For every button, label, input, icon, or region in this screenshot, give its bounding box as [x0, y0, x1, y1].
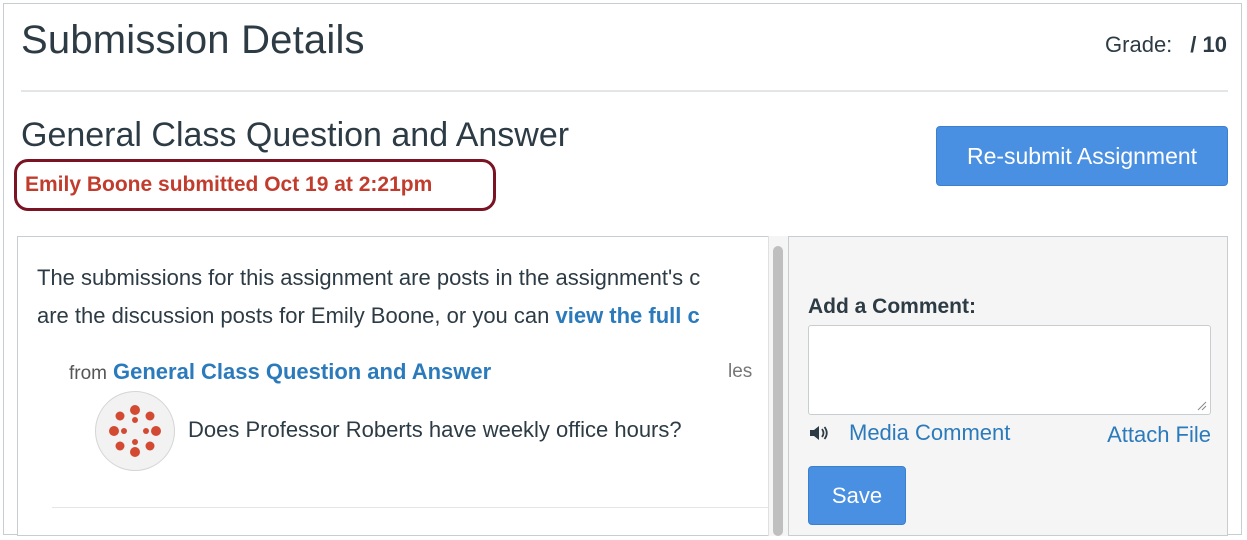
intro-line-2: are the discussion posts for Emily Boone… — [37, 297, 768, 335]
content-scrollbar[interactable] — [768, 236, 788, 536]
intro-line-1: The submissions for this assignment are … — [37, 265, 701, 290]
submitted-highlight: Emily Boone submitted Oct 19 at 2:21pm — [14, 159, 496, 211]
header-divider — [21, 90, 1228, 92]
comment-textarea[interactable] — [808, 325, 1211, 415]
canvas-logo-avatar-icon — [95, 391, 175, 471]
attach-file-link[interactable]: Attach File — [1107, 422, 1211, 448]
add-comment-label: Add a Comment: — [808, 295, 976, 318]
from-label: from — [69, 363, 107, 384]
intro-text-block: The submissions for this assignment are … — [37, 259, 768, 335]
discussion-post-text: Does Professor Roberts have weekly offic… — [188, 417, 682, 442]
resubmit-assignment-button[interactable]: Re-submit Assignment — [936, 126, 1228, 186]
speaker-icon — [810, 426, 828, 440]
comment-actions: Media Comment Attach File — [808, 420, 1211, 450]
intro-line-2-text: are the discussion posts for Emily Boone… — [37, 303, 556, 328]
assignment-title: General Class Question and Answer — [21, 116, 570, 154]
comment-panel: Add a Comment: Media Comment Attach File… — [788, 236, 1228, 536]
truncated-text: les — [728, 361, 753, 382]
resize-grip-icon[interactable] — [1197, 401, 1207, 411]
scrollbar-thumb[interactable] — [773, 246, 783, 536]
page-title: Submission Details — [21, 18, 365, 62]
submission-content[interactable]: The submissions for this assignment are … — [17, 236, 768, 536]
save-comment-button[interactable]: Save — [808, 466, 906, 525]
discussion-title-link[interactable]: General Class Question and Answer — [113, 359, 491, 384]
from-row: from General Class Question and Answer — [69, 359, 491, 385]
view-full-discussion-link[interactable]: view the full c — [555, 303, 699, 328]
grade-value: / 10 — [1190, 32, 1227, 57]
media-comment-link[interactable]: Media Comment — [849, 420, 1010, 446]
grade-display: Grade: / 10 — [1105, 32, 1227, 58]
submitted-status: Emily Boone submitted Oct 19 at 2:21pm — [25, 173, 433, 196]
grade-label: Grade: — [1105, 32, 1173, 57]
post-divider — [52, 507, 768, 508]
